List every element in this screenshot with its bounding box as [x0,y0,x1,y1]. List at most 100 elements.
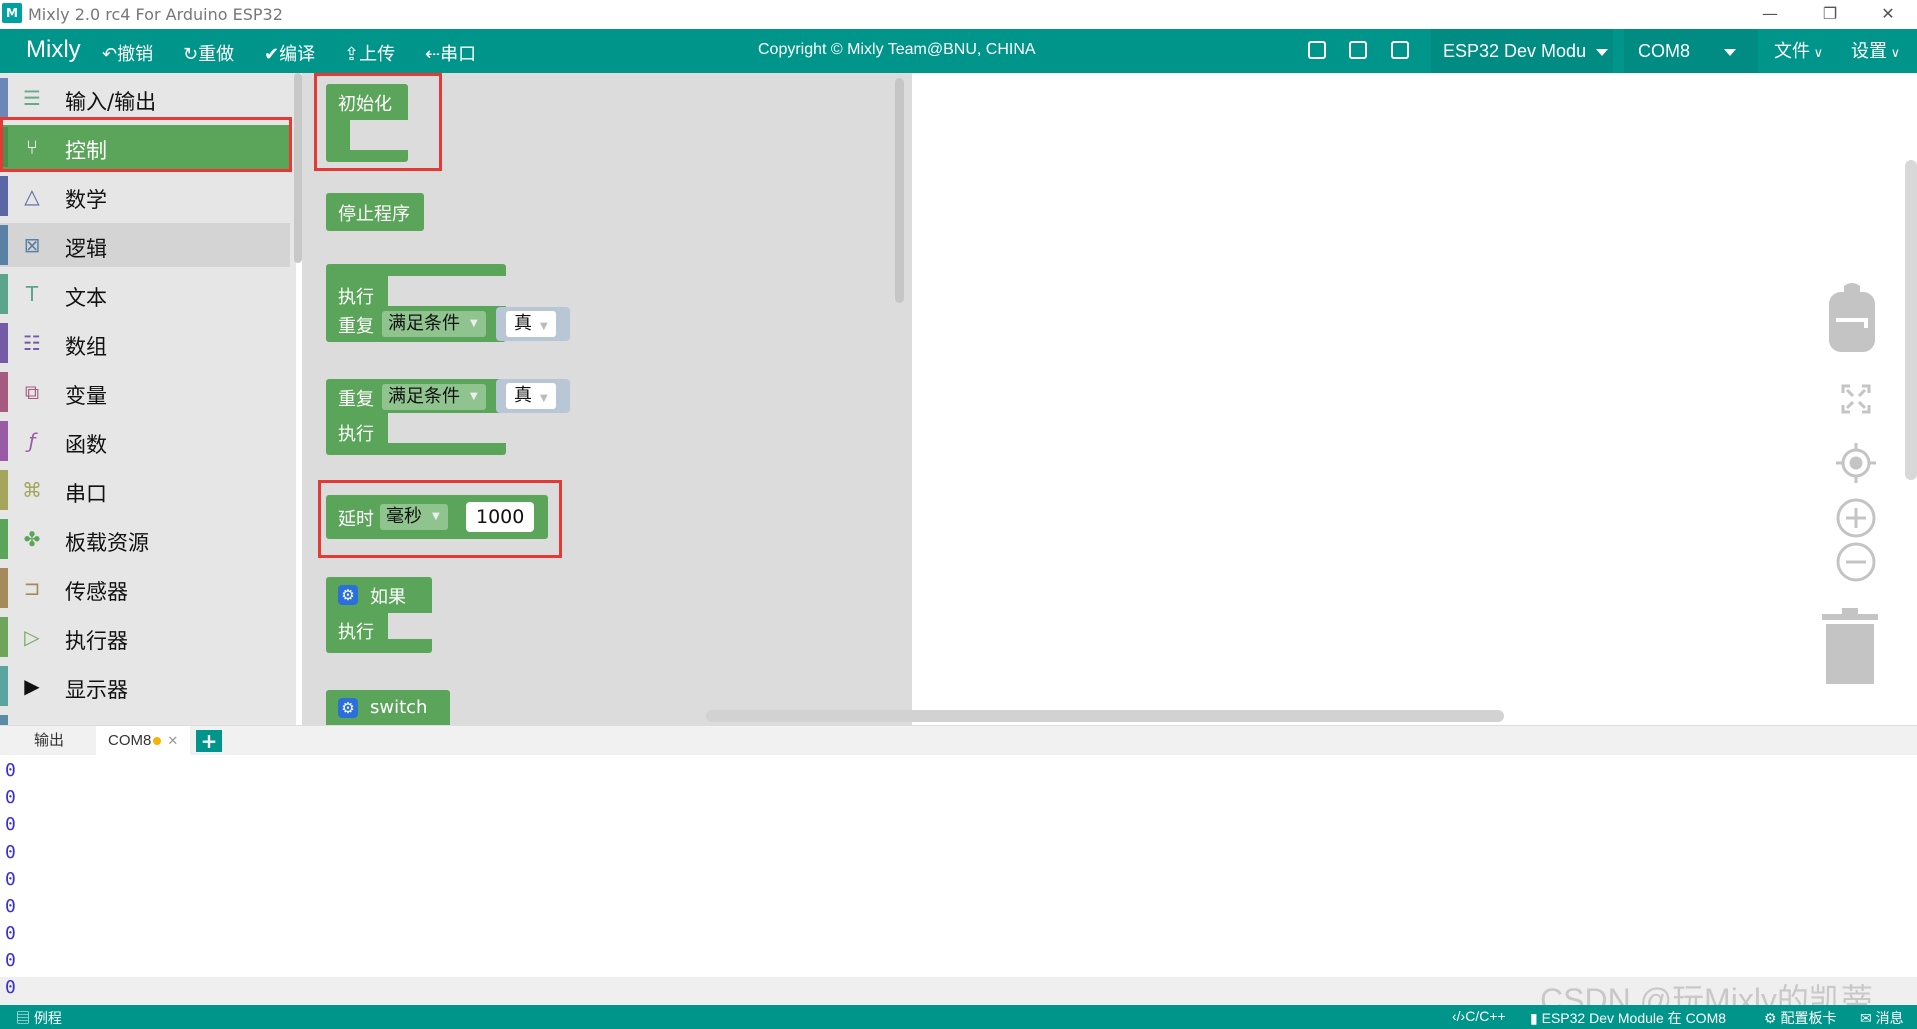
tab-output[interactable]: 输出 [34,726,64,756]
workspace-vertical-scrollbar[interactable] [1905,160,1917,480]
category-color-stripe [0,519,8,559]
serial-console[interactable]: 0 0 0 0 0 0 0 0 0 [0,755,1917,1005]
category-board[interactable]: ✤ 板载资源 [0,517,290,561]
upload-label: 上传 [359,44,396,65]
category-control[interactable]: ⑂ 控制 [0,125,290,169]
category-io[interactable]: ☰ 输入/输出 [0,76,290,120]
sidebar-scrollbar[interactable] [294,73,302,263]
settings-menu-label: 设置 [1851,41,1887,61]
flyout-scrollbar[interactable] [895,78,904,303]
condition-dropdown[interactable]: 满足条件 ▼ [382,384,486,410]
delay-block[interactable]: 延时 毫秒 ▼ 1000 [326,495,548,539]
messages-button[interactable]: ✉ 消息 [1860,1008,1904,1028]
upload-button[interactable]: ⇪上传 [344,40,395,66]
category-variable[interactable]: ⧉ 变量 [0,370,290,414]
stop-program-block[interactable]: 停止程序 [326,193,424,231]
serial-button[interactable]: ⇠串口 [425,40,476,66]
category-sensor[interactable]: ⊐ 传感器 [0,566,290,610]
time-unit-dropdown[interactable]: 毫秒 ▼ [380,504,448,530]
workspace-horizontal-scrollbar[interactable] [706,710,1504,722]
config-board-button[interactable]: ⚙ 配置板卡 [1764,1008,1836,1028]
category-list[interactable]: ☷ 数组 [0,321,290,365]
do-while-block[interactable]: 执行 重复 满足条件 ▼ [326,264,506,342]
logic-input[interactable]: 真 ▼ [496,379,570,413]
category-actuator[interactable]: ▷ 执行器 [0,615,290,659]
port-select[interactable]: COM8 [1624,29,1758,73]
gear-icon[interactable]: ⚙ [338,698,358,718]
io-icon: ☰ [23,86,41,110]
zoom-in-icon[interactable] [1836,498,1876,538]
toggle-sidebar-icon[interactable] [1349,41,1367,59]
category-label: 输入/输出 [65,90,157,114]
tab-com8[interactable]: COM8 ✕ [96,726,191,756]
if-block[interactable]: ⚙ 如果 执行 [326,577,432,653]
restore-button[interactable]: ❐ [1807,2,1853,26]
chevron-down-icon [1596,48,1609,56]
save-layout-icon[interactable] [1308,41,1326,59]
category-label: 控制 [65,139,107,163]
condition-dropdown[interactable]: 满足条件 ▼ [382,311,486,337]
code-view-icon[interactable] [1391,41,1409,59]
text-icon: T [25,282,39,306]
category-sidebar: ☰ 输入/输出 ⑂ 控制 △ 数学 ⊠ 逻辑 T 文本 ☷ 数组 ⧉ 变量 ƒ … [0,73,296,725]
board-icon: ✤ [23,527,41,551]
check-icon: ✔ [264,44,280,65]
statement-slot [388,413,506,443]
serial-icon: ⇠ [425,44,441,65]
switch-block[interactable]: ⚙ switch [326,690,450,725]
zoom-out-icon[interactable] [1836,542,1876,582]
logic-input[interactable]: 真 ▼ [496,307,570,341]
while-do-block[interactable]: 重复 满足条件 ▼ 执行 [326,379,506,455]
upload-icon: ⇪ [344,44,360,65]
category-color-stripe [0,470,8,510]
gear-icon[interactable]: ⚙ [338,585,358,605]
dropdown-arrow-icon: ▼ [432,511,440,522]
language-indicator[interactable]: ‹/›C/C++ [1452,1008,1506,1024]
trash-icon[interactable] [1822,608,1878,684]
minimize-button[interactable]: — [1747,2,1793,26]
block-label: 执行 [338,622,374,643]
category-color-stripe [0,421,8,461]
category-communication[interactable]: ◎ 通信 [0,713,290,725]
undo-button[interactable]: ↶撤销 [102,40,153,66]
true-dropdown[interactable]: 真 ▼ [506,311,556,337]
recenter-icon[interactable] [1836,443,1876,483]
category-serial[interactable]: ⌘ 串口 [0,468,290,512]
window-title: Mixly 2.0 rc4 For Arduino ESP32 [28,5,283,24]
mixly-logo-icon: M [2,3,22,23]
close-button[interactable]: ✕ [1865,2,1911,26]
code-icon: ‹/› [1452,1008,1466,1024]
category-display[interactable]: ▶ 显示器 [0,664,290,708]
category-math[interactable]: △ 数学 [0,174,290,218]
file-menu[interactable]: 文件 ∨ [1774,29,1823,73]
settings-menu[interactable]: 设置 ∨ [1851,29,1900,73]
examples-button[interactable]: ▤ 例程 [16,1008,62,1028]
dropdown-arrow-icon: ▼ [470,318,478,329]
dropdown-arrow-icon: ▼ [540,321,548,332]
logic-icon: ⊠ [23,233,41,257]
redo-button[interactable]: ↻重做 [183,40,234,66]
fullscreen-icon[interactable] [1840,383,1872,415]
setup-block[interactable]: 初始化 [326,84,408,162]
delay-value-input[interactable]: 1000 [466,502,535,532]
category-function[interactable]: ƒ 函数 [0,419,290,463]
backpack-icon[interactable] [1826,280,1878,354]
category-color-stripe [0,225,8,265]
compile-button[interactable]: ✔编译 [264,40,315,66]
function-icon: ƒ [28,429,36,453]
message-icon: ✉ [1860,1010,1872,1026]
block-label: 初始化 [338,94,392,115]
board-port-indicator[interactable]: ▮ ESP32 Dev Module 在 COM8 [1530,1008,1726,1028]
blockly-workspace[interactable] [912,73,1917,725]
output-tab-bar: 输出 COM8 ✕ + [0,725,1917,756]
category-label: 数组 [65,335,107,359]
close-tab-icon[interactable]: ✕ [167,733,178,748]
category-text[interactable]: T 文本 [0,272,290,316]
block-label: 执行 [338,424,374,445]
true-dropdown[interactable]: 真 ▼ [506,383,556,409]
category-label: 串口 [65,482,107,506]
port-select-value: COM8 [1638,41,1691,61]
board-select[interactable]: ESP32 Dev Modu [1431,29,1613,73]
category-logic[interactable]: ⊠ 逻辑 [0,223,290,267]
add-tab-button[interactable]: + [196,730,222,752]
